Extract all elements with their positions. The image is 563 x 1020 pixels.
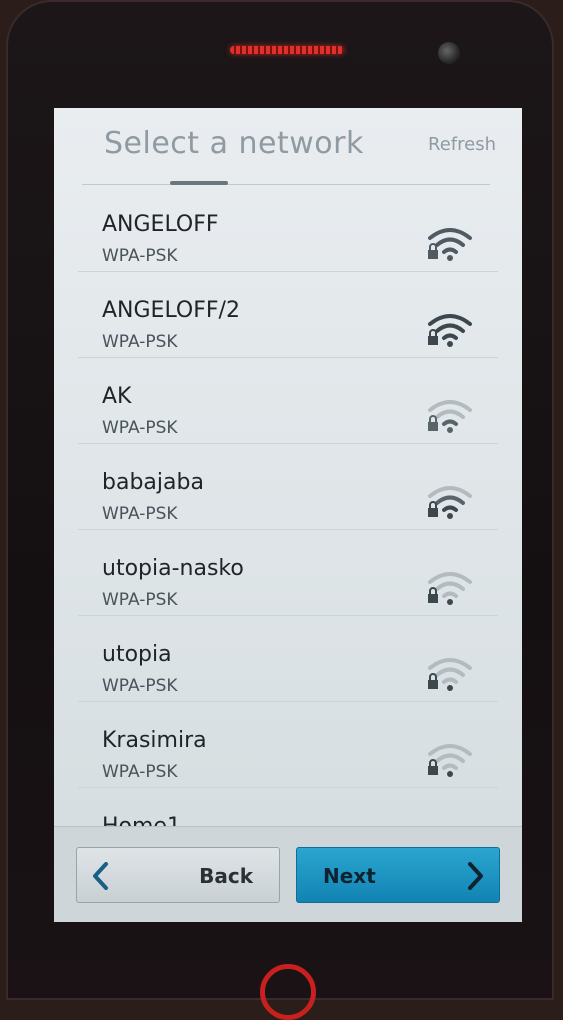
network-security: WPA-PSK	[102, 762, 178, 782]
network-name: babajaba	[102, 470, 204, 495]
network-name: ANGELOFF/2	[102, 298, 240, 323]
network-row-krasimira[interactable]: Krasimira WPA-PSK	[78, 702, 498, 788]
header-divider	[82, 184, 490, 185]
page-title: Select a network	[104, 126, 364, 161]
network-security: WPA-PSK	[102, 418, 178, 438]
home-button[interactable]	[260, 964, 316, 1020]
network-security: WPA-PSK	[102, 504, 178, 524]
network-row-angeloff-2[interactable]: ANGELOFF/2 WPA-PSK	[78, 272, 498, 358]
refresh-button[interactable]: Refresh	[428, 134, 496, 155]
chevron-right-icon	[468, 862, 483, 890]
wifi-lock-icon	[428, 572, 472, 605]
network-row-babajaba[interactable]: babajaba WPA-PSK	[78, 444, 498, 530]
network-row-home1[interactable]: Home1	[78, 788, 498, 826]
wifi-lock-icon	[428, 486, 472, 519]
network-name: AK	[102, 384, 132, 409]
network-list[interactable]: ANGELOFF WPA-PSK ANGELOFF/2 WPA-PSK AK W…	[54, 186, 522, 826]
wifi-lock-icon	[428, 744, 472, 777]
earpiece-speaker	[230, 46, 344, 54]
network-name: Krasimira	[102, 728, 207, 753]
network-row-angeloff[interactable]: ANGELOFF WPA-PSK	[78, 186, 498, 272]
network-security: WPA-PSK	[102, 676, 178, 696]
network-security: WPA-PSK	[102, 332, 178, 352]
next-button[interactable]: Next	[296, 847, 500, 903]
network-security: WPA-PSK	[102, 246, 178, 266]
screen: Select a network Refresh ANGELOFF WPA-PS…	[54, 108, 522, 922]
network-name: Home1	[102, 814, 181, 826]
network-name: utopia	[102, 642, 172, 667]
network-row-ak[interactable]: AK WPA-PSK	[78, 358, 498, 444]
back-button[interactable]: Back	[76, 847, 280, 903]
wifi-lock-icon	[428, 314, 472, 347]
back-button-label: Back	[199, 864, 253, 888]
network-security: WPA-PSK	[102, 590, 178, 610]
wifi-lock-icon	[428, 400, 472, 433]
network-name: utopia-nasko	[102, 556, 244, 581]
phone-frame: Select a network Refresh ANGELOFF WPA-PS…	[6, 0, 554, 1020]
network-row-utopia[interactable]: utopia WPA-PSK	[78, 616, 498, 702]
network-name: ANGELOFF	[102, 212, 219, 237]
network-row-utopia-nasko[interactable]: utopia-nasko WPA-PSK	[78, 530, 498, 616]
footer-bar: Back Next	[54, 826, 522, 922]
next-button-label: Next	[323, 864, 376, 888]
front-camera	[438, 42, 460, 64]
wifi-lock-icon	[428, 228, 472, 261]
wifi-lock-icon	[428, 658, 472, 691]
chevron-left-icon	[93, 862, 108, 890]
header: Select a network Refresh	[54, 108, 522, 188]
header-tab-indicator	[170, 181, 228, 185]
